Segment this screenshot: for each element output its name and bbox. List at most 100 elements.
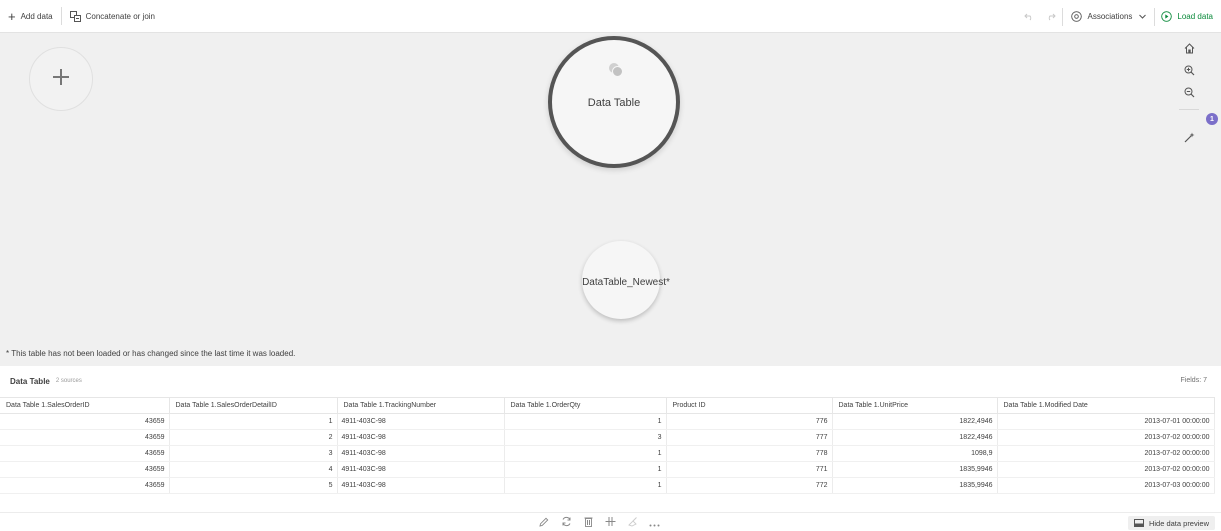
table-cell: 4: [169, 461, 338, 478]
table-cell: 1: [504, 445, 667, 462]
delete-button[interactable]: [577, 515, 599, 531]
table-cell: 2013-07-02 00:00:00: [997, 429, 1215, 446]
table-cell: 2013-07-02 00:00:00: [997, 461, 1215, 478]
preview-fields-count: Fields: 7: [1180, 377, 1207, 384]
table-cell: 3: [504, 429, 667, 446]
table-cell: 43659: [0, 445, 170, 462]
eye-icon: [1071, 11, 1083, 22]
broom-icon: [627, 514, 638, 531]
zoom-in-icon: [1184, 63, 1195, 81]
associations-label: Associations: [1087, 12, 1133, 21]
table-cell: 1: [504, 413, 667, 430]
side-tools-divider: [1179, 109, 1199, 110]
trash-icon: [584, 514, 593, 531]
magic-wand-icon: [1184, 130, 1195, 148]
table-cell: 4911-403C-98: [337, 477, 505, 494]
column-header[interactable]: Product ID: [666, 397, 833, 414]
table-cell: 43659: [0, 461, 170, 478]
table-cell: 4911-403C-98: [337, 429, 505, 446]
associations-dropdown[interactable]: Associations: [1063, 0, 1154, 33]
plus-icon: +: [8, 8, 16, 24]
table-row: 43659 5 4911-403C-98 1 772 1835,9946 201…: [0, 477, 1215, 494]
concatenate-label: Concatenate or join: [85, 11, 156, 21]
zoom-out-icon: [1184, 85, 1195, 103]
table-cell: 1822,4946: [832, 413, 998, 430]
table-cell: 2013-07-01 00:00:00: [997, 413, 1215, 430]
recommendations-badge: 1: [1206, 113, 1218, 125]
table-tools: [533, 515, 665, 531]
column-header[interactable]: Data Table 1.SalesOrderID: [0, 397, 170, 414]
refresh-button[interactable]: [555, 515, 577, 531]
zoom-in-button[interactable]: [1179, 61, 1199, 83]
table-cell: 1: [169, 413, 338, 430]
preview-panel-icon: [1133, 519, 1144, 527]
table-cell: 43659: [0, 477, 170, 494]
table-cell: 777: [666, 429, 833, 446]
chevron-down-icon: [1139, 14, 1147, 19]
hide-data-preview-button[interactable]: Hide data preview: [1127, 516, 1215, 530]
more-horizontal-icon: [649, 514, 660, 531]
table-cell: 1835,9946: [832, 477, 998, 494]
zoom-out-button[interactable]: [1179, 83, 1199, 105]
bottom-toolbar: Hide data preview: [0, 512, 1221, 531]
data-preview-table: Data Table 1.SalesOrderID Data Table 1.S…: [0, 397, 1215, 494]
table-cell: 4911-403C-98: [337, 445, 505, 462]
more-options-button[interactable]: [643, 515, 665, 531]
concatenate-icon: [69, 10, 81, 22]
table-cell: 772: [666, 477, 833, 494]
load-data-label: Load data: [1177, 12, 1213, 21]
load-data-button[interactable]: Load data: [1155, 0, 1221, 33]
canvas-side-tools: [1179, 39, 1199, 150]
column-header[interactable]: Data Table 1.TrackingNumber: [337, 397, 505, 414]
table-cell: 3: [169, 445, 338, 462]
column-header[interactable]: Data Table 1.SalesOrderDetailID: [169, 397, 338, 414]
undo-button[interactable]: [1018, 0, 1040, 33]
recommendations-button[interactable]: [1179, 128, 1199, 150]
add-data-button[interactable]: + Add data: [0, 0, 61, 33]
table-cell: 5: [169, 477, 338, 494]
table-cell: 1835,9946: [832, 461, 998, 478]
table-cell: 776: [666, 413, 833, 430]
unloaded-table-footnote: * This table has not been loaded or has …: [6, 349, 296, 358]
breakapart-button[interactable]: [621, 515, 643, 531]
split-button[interactable]: [599, 515, 621, 531]
table-bubble-data-table[interactable]: Data Table: [548, 36, 680, 168]
table-cell: 4911-403C-98: [337, 413, 505, 430]
model-canvas[interactable]: Data Table DataTable_Newest* 1 * This ta…: [0, 33, 1221, 366]
redo-button[interactable]: [1040, 0, 1062, 33]
redo-icon: [1046, 8, 1057, 26]
home-icon: [1184, 41, 1195, 59]
table-cell: 2: [169, 429, 338, 446]
data-preview-grid: Data Table 1.SalesOrderID Data Table 1.S…: [0, 397, 1221, 509]
column-header[interactable]: Data Table 1.OrderQty: [504, 397, 667, 414]
concatenate-join-button[interactable]: Concatenate or join: [62, 0, 163, 33]
column-header[interactable]: Data Table 1.Modified Date: [997, 397, 1215, 414]
table-bubble-label: DataTable_Newest*: [582, 277, 670, 288]
split-icon: [605, 514, 616, 531]
hide-data-preview-label: Hide data preview: [1148, 518, 1209, 528]
table-cell: 1: [504, 477, 667, 494]
add-table-circle-button[interactable]: [29, 47, 93, 111]
data-preview-header: Data Table 2 sources Fields: 7: [0, 366, 1221, 396]
preview-table-title: Data Table: [10, 376, 50, 386]
table-cell: 1098,9: [832, 445, 998, 462]
table-cell: 1: [504, 461, 667, 478]
pencil-icon: [539, 514, 549, 531]
refresh-icon: [561, 514, 572, 531]
table-header-row: Data Table 1.SalesOrderID Data Table 1.S…: [0, 397, 1215, 414]
table-cell: 771: [666, 461, 833, 478]
table-bubble-datatable-newest[interactable]: DataTable_Newest*: [582, 241, 670, 319]
table-cell: 778: [666, 445, 833, 462]
preview-sources-count: 2 sources: [55, 378, 82, 384]
home-button[interactable]: [1179, 39, 1199, 61]
edit-button[interactable]: [533, 515, 555, 531]
add-data-label: Add data: [20, 11, 53, 21]
database-icon: [608, 62, 624, 83]
column-header[interactable]: Data Table 1.UnitPrice: [832, 397, 998, 414]
table-cell: 2013-07-03 00:00:00: [997, 477, 1215, 494]
table-bubble-label: Data Table: [587, 97, 641, 109]
table-cell: 43659: [0, 429, 170, 446]
table-cell: 4911-403C-98: [337, 461, 505, 478]
play-circle-icon: [1161, 11, 1173, 22]
table-row: 43659 2 4911-403C-98 3 777 1822,4946 201…: [0, 429, 1215, 446]
